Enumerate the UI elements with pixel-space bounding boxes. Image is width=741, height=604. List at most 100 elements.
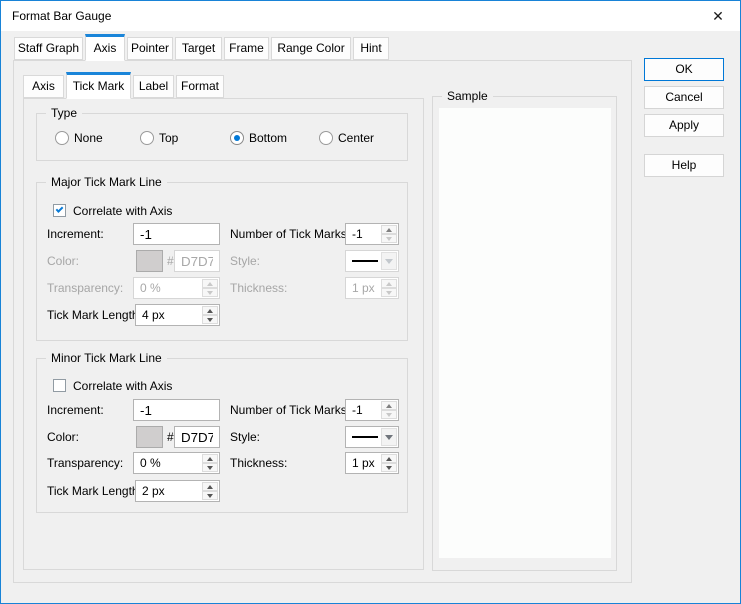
minor-transparency-stepper[interactable]: 0 % xyxy=(133,452,220,474)
radio-bottom-circle[interactable] xyxy=(230,131,244,145)
window-title: Format Bar Gauge xyxy=(12,9,112,23)
type-group: Type None Top Bottom Center xyxy=(36,106,408,161)
main-tabstrip: Staff Graph Axis Pointer Target Frame Ra… xyxy=(14,34,389,61)
sample-preview-area xyxy=(439,108,611,558)
minor-tick-length-label: Tick Mark Length: xyxy=(47,484,142,498)
major-thickness-value: 1 px xyxy=(352,281,375,295)
minor-group-title: Minor Tick Mark Line xyxy=(46,351,167,365)
major-transparency-row: Transparency: 0 % Thickness: 1 px xyxy=(37,277,407,300)
spin-up-icon[interactable] xyxy=(381,454,397,463)
minor-color-swatch[interactable] xyxy=(136,426,163,448)
tab-hint[interactable]: Hint xyxy=(353,37,389,60)
spin-up-icon[interactable] xyxy=(381,401,397,410)
minor-transparency-label: Transparency: xyxy=(47,456,124,470)
subtab-axis[interactable]: Axis xyxy=(23,75,64,98)
major-increment-input[interactable] xyxy=(133,223,220,245)
major-group-title: Major Tick Mark Line xyxy=(46,175,167,189)
close-icon[interactable]: ✕ xyxy=(705,1,731,31)
radio-center-label: Center xyxy=(338,131,375,145)
spin-down-icon[interactable] xyxy=(381,234,397,243)
spin-up-icon[interactable] xyxy=(202,482,218,491)
major-thickness-stepper: 1 px xyxy=(345,277,399,299)
major-color-label: Color: xyxy=(47,254,80,268)
chevron-down-icon[interactable] xyxy=(381,428,397,446)
sub-tabstrip: Axis Tick Mark Label Format xyxy=(23,72,224,99)
minor-color-label: Color: xyxy=(47,430,80,444)
major-tick-length-value[interactable]: 4 px xyxy=(142,305,165,325)
minor-thickness-stepper[interactable]: 1 px xyxy=(345,452,399,474)
minor-num-ticks-value[interactable]: -1 xyxy=(352,400,363,420)
spin-up-icon xyxy=(202,279,218,288)
spin-up-icon[interactable] xyxy=(202,454,218,463)
ok-button[interactable]: OK xyxy=(644,58,724,81)
tab-axis[interactable]: Axis xyxy=(85,34,125,61)
radio-top-label: Top xyxy=(159,131,179,145)
minor-tick-length-value[interactable]: 2 px xyxy=(142,481,165,501)
subtab-label[interactable]: Label xyxy=(133,75,174,98)
spin-down-icon xyxy=(381,288,397,297)
minor-style-label: Style: xyxy=(230,430,261,444)
subtab-tick-mark[interactable]: Tick Mark xyxy=(66,72,131,99)
minor-num-ticks-stepper[interactable]: -1 xyxy=(345,399,399,421)
minor-style-dropdown[interactable] xyxy=(345,426,399,448)
minor-increment-input[interactable] xyxy=(133,399,220,421)
format-bar-gauge-dialog: Format Bar Gauge ✕ Staff Graph Axis Poin… xyxy=(0,0,741,604)
radio-none-label: None xyxy=(74,131,103,145)
minor-color-hex-input[interactable] xyxy=(174,426,220,448)
chevron-down-icon xyxy=(381,252,397,270)
minor-increment-row: Increment: Number of Tick Marks: -1 xyxy=(37,399,407,422)
tab-pointer[interactable]: Pointer xyxy=(127,37,173,60)
major-tick-mark-group: Major Tick Mark Line Correlate with Axis… xyxy=(36,175,408,341)
major-color-row: Color: # Style: xyxy=(37,250,407,273)
major-tick-length-stepper[interactable]: 4 px xyxy=(135,304,220,326)
sample-group: Sample xyxy=(432,89,617,571)
radio-none-circle[interactable] xyxy=(55,131,69,145)
spin-up-icon[interactable] xyxy=(381,225,397,234)
minor-thickness-value[interactable]: 1 px xyxy=(352,453,375,473)
major-correlate-label: Correlate with Axis xyxy=(73,204,173,218)
help-button[interactable]: Help xyxy=(644,154,724,177)
major-transparency-value: 0 % xyxy=(140,281,161,295)
sample-group-title: Sample xyxy=(442,89,493,103)
major-transparency-stepper: 0 % xyxy=(133,277,220,299)
minor-num-ticks-label: Number of Tick Marks: xyxy=(230,403,351,417)
spin-up-icon xyxy=(381,279,397,288)
radio-top-circle[interactable] xyxy=(140,131,154,145)
subtab-format[interactable]: Format xyxy=(176,75,224,98)
spin-down-icon[interactable] xyxy=(202,463,218,472)
title-bar: Format Bar Gauge ✕ xyxy=(1,1,740,31)
type-group-title: Type xyxy=(46,106,83,120)
tab-frame[interactable]: Frame xyxy=(224,37,269,60)
major-color-swatch xyxy=(136,250,163,272)
major-num-ticks-value[interactable]: -1 xyxy=(352,224,363,244)
minor-tick-length-row: Tick Mark Length: 2 px xyxy=(37,480,407,503)
minor-color-hash: # xyxy=(167,430,174,444)
minor-correlate-label: Correlate with Axis xyxy=(73,379,173,393)
major-num-ticks-label: Number of Tick Marks: xyxy=(230,227,351,241)
tab-target[interactable]: Target xyxy=(175,37,222,60)
spin-down-icon[interactable] xyxy=(381,463,397,472)
apply-button[interactable]: Apply xyxy=(644,114,724,137)
major-increment-label: Increment: xyxy=(47,227,104,241)
major-tick-length-row: Tick Mark Length: 4 px xyxy=(37,304,407,327)
major-color-hex-input xyxy=(174,250,220,272)
checkbox-icon[interactable] xyxy=(53,204,66,217)
minor-transparency-value[interactable]: 0 % xyxy=(140,453,161,473)
cancel-button[interactable]: Cancel xyxy=(644,86,724,109)
major-tick-length-label: Tick Mark Length: xyxy=(47,308,142,322)
spin-down-icon[interactable] xyxy=(381,410,397,419)
tab-staff-graph[interactable]: Staff Graph xyxy=(14,37,83,60)
spin-up-icon[interactable] xyxy=(202,306,218,315)
minor-tick-length-stepper[interactable]: 2 px xyxy=(135,480,220,502)
checkbox-icon[interactable] xyxy=(53,379,66,392)
spin-down-icon[interactable] xyxy=(202,491,218,500)
minor-color-row: Color: # Style: xyxy=(37,426,407,449)
minor-thickness-label: Thickness: xyxy=(230,456,288,470)
check-mark-icon xyxy=(55,205,64,213)
radio-center-circle[interactable] xyxy=(319,131,333,145)
major-increment-row: Increment: Number of Tick Marks: -1 xyxy=(37,223,407,246)
line-style-glyph xyxy=(352,436,378,438)
spin-down-icon[interactable] xyxy=(202,315,218,324)
major-num-ticks-stepper[interactable]: -1 xyxy=(345,223,399,245)
tab-range-color[interactable]: Range Color xyxy=(271,37,351,60)
